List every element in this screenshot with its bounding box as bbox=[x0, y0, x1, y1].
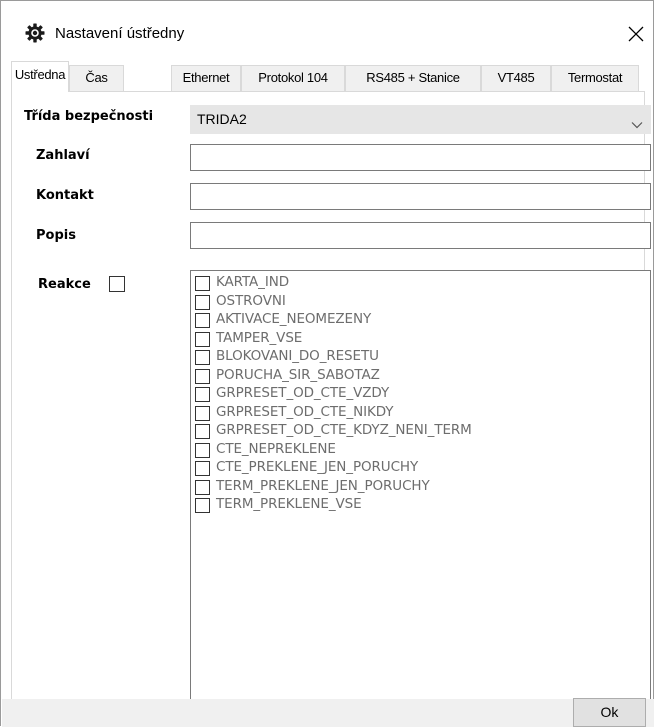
reaction-label: Reakce bbox=[38, 277, 91, 292]
option-checkbox[interactable] bbox=[195, 442, 210, 458]
header-input[interactable] bbox=[190, 144, 651, 171]
reaction-checkbox[interactable] bbox=[109, 276, 125, 292]
option-checkbox[interactable] bbox=[195, 331, 210, 347]
option-checkbox[interactable] bbox=[195, 313, 210, 328]
option-checkbox[interactable] bbox=[195, 424, 210, 439]
window-title: Nastavení ústředny bbox=[55, 25, 185, 42]
tab-protokol-104[interactable]: Protokol 104 bbox=[241, 65, 345, 91]
tab-page-ustredna: Třída bezpečnosti TRIDA2 Zahlaví Kontakt… bbox=[11, 91, 651, 727]
security-class-label: Třída bezpečnosti bbox=[24, 109, 154, 124]
contact-label: Kontakt bbox=[36, 188, 94, 203]
header-label: Zahlaví bbox=[36, 148, 90, 163]
tab-termostat[interactable]: Termostat bbox=[551, 65, 639, 91]
button-bar bbox=[2, 699, 654, 727]
description-label: Popis bbox=[36, 228, 76, 243]
option-checkbox[interactable] bbox=[195, 276, 210, 291]
security-class-value: TRIDA2 bbox=[197, 111, 247, 127]
option-checkbox[interactable] bbox=[195, 461, 210, 476]
close-button[interactable] bbox=[619, 15, 653, 51]
option-checkbox[interactable] bbox=[195, 387, 210, 402]
security-class-select[interactable]: TRIDA2 bbox=[190, 105, 651, 134]
option-checkbox[interactable] bbox=[195, 368, 210, 384]
tab-rs485-stanice[interactable]: RS485 + Stanice bbox=[345, 65, 481, 91]
contact-input[interactable] bbox=[190, 183, 651, 210]
chevron-down-icon bbox=[631, 116, 643, 134]
option-checkbox[interactable] bbox=[195, 479, 210, 495]
option-checkbox[interactable] bbox=[195, 405, 210, 421]
option-checkbox[interactable] bbox=[195, 498, 210, 513]
tab-vt485[interactable]: VT485 bbox=[481, 65, 551, 91]
option-checkbox[interactable] bbox=[195, 294, 210, 310]
title-bar: Nastavení ústředny bbox=[1, 1, 653, 63]
tab-cas[interactable]: Čas bbox=[69, 65, 124, 91]
gear-icon bbox=[25, 23, 45, 43]
options-checklist[interactable]: KARTA_IND OSTROVNI AKTIVACE_NEOMEZENY TA… bbox=[190, 270, 651, 704]
settings-dialog: Nastavení ústředny Ustředna Čas Ethernet… bbox=[0, 0, 654, 727]
close-icon bbox=[628, 26, 644, 42]
tab-ustredna[interactable]: Ustředna bbox=[11, 61, 69, 92]
description-input[interactable] bbox=[190, 222, 651, 249]
ok-button[interactable]: Ok bbox=[573, 698, 646, 727]
tab-strip: Ustředna Čas Ethernet Protokol 104 RS485… bbox=[11, 61, 645, 92]
tab-ethernet[interactable]: Ethernet bbox=[171, 65, 241, 91]
option-checkbox[interactable] bbox=[195, 350, 210, 365]
